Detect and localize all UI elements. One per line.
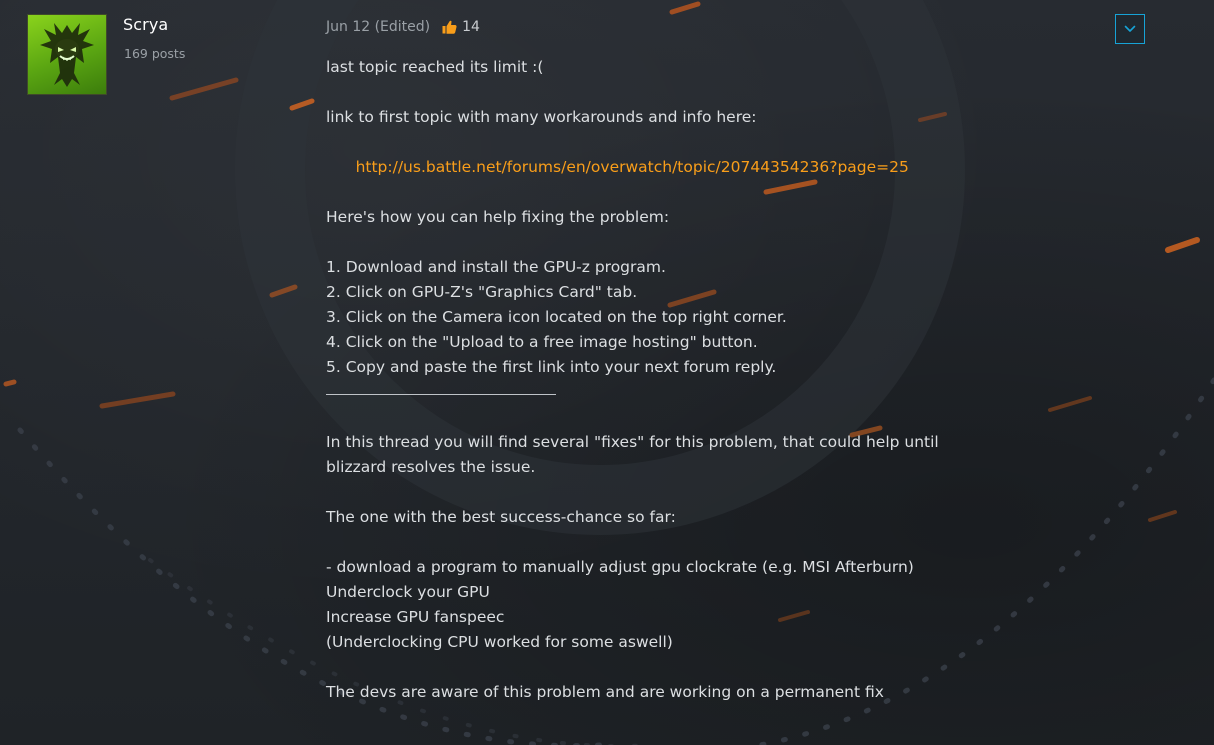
post-meta: Jun 12 (Edited) 14 xyxy=(326,17,480,37)
fix-line: Increase GPU fanspeec xyxy=(326,608,505,626)
thumbs-up-icon xyxy=(442,20,457,34)
step-item: 1. Download and install the GPU-z progra… xyxy=(326,258,666,276)
post-options-button[interactable] xyxy=(1115,14,1145,44)
horizontal-divider xyxy=(326,394,556,395)
devs-text: The devs are aware of this problem and a… xyxy=(326,683,884,701)
author-post-count: 169 posts xyxy=(124,46,186,61)
author-avatar[interactable] xyxy=(27,14,107,95)
thread-text-line: In this thread you will find several "fi… xyxy=(326,433,939,451)
chevron-down-icon xyxy=(1124,25,1136,32)
forum-post: Scrya 169 posts Jun 12 (Edited) 14 last … xyxy=(0,0,1214,745)
author-name[interactable]: Scrya xyxy=(123,15,168,34)
first-topic-link[interactable]: http://us.battle.net/forums/en/overwatch… xyxy=(356,158,909,176)
like-count: 14 xyxy=(462,19,480,35)
best-fix-heading: The one with the best success-chance so … xyxy=(326,508,676,526)
fix-line: (Underclocking CPU worked for some aswel… xyxy=(326,633,673,651)
post-date[interactable]: Jun 12 (Edited) xyxy=(326,19,430,35)
step-item: 4. Click on the "Upload to a free image … xyxy=(326,333,758,351)
thread-text-line: blizzard resolves the issue. xyxy=(326,458,536,476)
green-creature-avatar-icon xyxy=(40,23,94,87)
step-item: 3. Click on the Camera icon located on t… xyxy=(326,308,787,326)
step-item: 2. Click on GPU-Z's "Graphics Card" tab. xyxy=(326,283,638,301)
post-text-intro: last topic reached its limit :( xyxy=(326,58,544,76)
fix-line: Underclock your GPU xyxy=(326,583,490,601)
post-text-link-prefix: link to first topic with many workaround… xyxy=(326,108,757,126)
post-body: last topic reached its limit :( link to … xyxy=(326,55,1086,705)
step-item: 5. Copy and paste the first link into yo… xyxy=(326,358,777,376)
help-heading: Here's how you can help fixing the probl… xyxy=(326,208,670,226)
like-button[interactable]: 14 xyxy=(442,19,480,35)
fix-line: - download a program to manually adjust … xyxy=(326,558,914,576)
